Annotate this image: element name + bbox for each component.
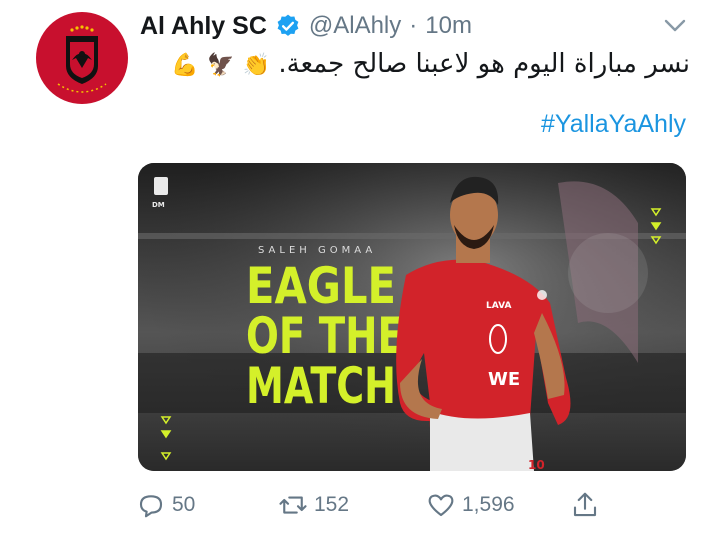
verified-badge-icon: [277, 14, 299, 36]
reply-icon: [139, 495, 163, 518]
retweet-button[interactable]: 152: [278, 490, 349, 520]
separator-dot: ·: [409, 12, 418, 39]
hashtag-link[interactable]: #YallaYaAhly: [541, 110, 686, 139]
like-count: 1,596: [462, 493, 515, 516]
tweet-text: نسر مباراة اليوم هو لاعبنا صالح جمعة. 👏 …: [140, 46, 690, 84]
heart-icon: [428, 494, 454, 517]
flexed-biceps-emoji: 💪: [171, 53, 199, 78]
svg-text:LAVA: LAVA: [486, 301, 511, 311]
reply-button[interactable]: 50: [136, 490, 195, 520]
chevron-down-icon[interactable]: [662, 14, 688, 38]
like-button[interactable]: 1,596: [426, 490, 515, 520]
al-ahly-eagle-logo-icon: [38, 14, 126, 102]
display-name[interactable]: Al Ahly SC: [140, 12, 267, 41]
share-icon: [573, 492, 597, 517]
svg-text:WE: WE: [488, 369, 520, 390]
tweet-media-image[interactable]: DM SALEH GOMAA EAGLE OF THE MATCH LAVA W…: [138, 163, 686, 471]
tweet-body: نسر مباراة اليوم هو لاعبنا صالح جمعة.: [278, 49, 690, 79]
share-button[interactable]: [570, 490, 600, 520]
tweet-actions: 50 152 1,596: [136, 490, 606, 526]
svg-text:DM: DM: [152, 201, 165, 209]
eagle-of-the-match-graphic: DM SALEH GOMAA EAGLE OF THE MATCH LAVA W…: [138, 163, 686, 471]
svg-text:MATCH: MATCH: [246, 357, 396, 415]
headline: EAGLE OF THE MATCH: [246, 257, 404, 415]
account-avatar[interactable]: [36, 12, 128, 104]
svg-text:10: 10: [528, 458, 545, 471]
player-name: SALEH GOMAA: [258, 245, 376, 256]
tweet-header: Al Ahly SC @AlAhly · 10m: [140, 8, 472, 44]
tweet-timestamp[interactable]: 10m: [425, 12, 472, 40]
eagle-emoji: 🦅: [207, 53, 235, 78]
account-handle[interactable]: @AlAhly: [309, 12, 401, 40]
retweet-count: 152: [314, 493, 350, 516]
retweet-icon: [279, 496, 307, 514]
clapping-hands-emoji: 👏: [242, 53, 271, 78]
reply-count: 50: [172, 493, 196, 516]
